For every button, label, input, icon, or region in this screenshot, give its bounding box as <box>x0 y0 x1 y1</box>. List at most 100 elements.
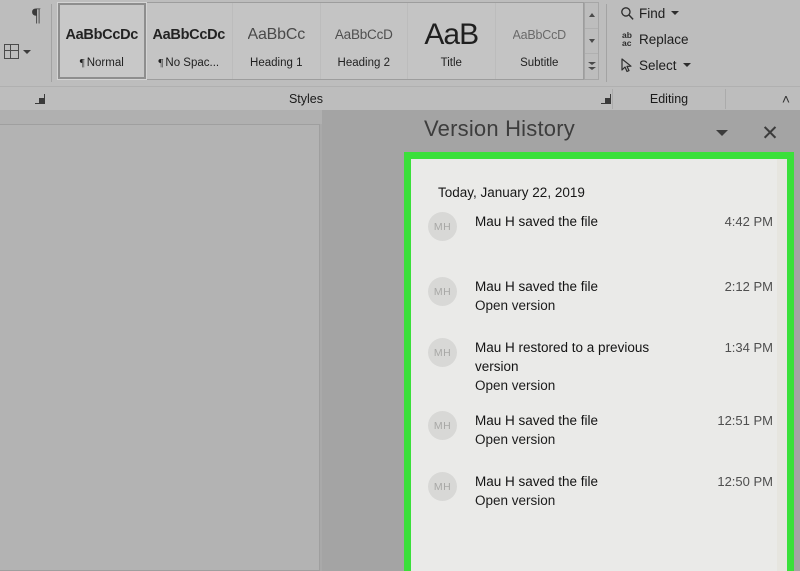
show-formatting-marks-icon[interactable]: ¶ <box>32 6 41 25</box>
version-entry-body: Mau H saved the file Open version <box>457 277 705 322</box>
collapse-ribbon-icon[interactable]: ˄ <box>782 92 790 106</box>
version-timestamp: 1:34 PM <box>724 340 773 355</box>
word-ribbon: ¶ AaBbCcDc ¶ Normal AaBbCcDc ¶ No Spac... AaBb… <box>0 0 800 110</box>
replace-label: Replace <box>639 31 689 47</box>
group-divider <box>51 4 52 82</box>
version-action-text: Mau H restored to a previous version <box>475 340 650 374</box>
style-name: ¶ No Spac... <box>158 57 219 69</box>
label-divider <box>725 89 726 109</box>
paragraph-dialog-launcher-icon[interactable] <box>35 94 45 104</box>
styles-scroll-up-button[interactable] <box>585 3 598 29</box>
search-icon <box>616 3 638 23</box>
label-divider <box>612 89 613 109</box>
version-history-list[interactable]: Today, January 22, 2019 MH Mau H saved th… <box>411 159 787 571</box>
app-window: ¶ AaBbCcDc ¶ Normal AaBbCcDc ¶ No Spac... AaBb… <box>0 0 800 571</box>
style-name-text: Heading 2 <box>337 56 390 69</box>
replace-icon-bottom: ac <box>622 38 632 48</box>
group-divider <box>606 4 607 82</box>
styles-scroll-down-button[interactable] <box>585 29 598 55</box>
borders-icon[interactable] <box>4 44 19 59</box>
version-entry-body: Mau H saved the file Open version <box>457 472 705 517</box>
style-item-title[interactable]: AaB Title <box>408 3 496 79</box>
version-entry-container: MH Mau H saved the file 4:42 PM MH Mau H sav… <box>411 212 787 533</box>
ribbon-group-labels: Styles Editing ˄ <box>0 86 800 110</box>
style-item-heading-1[interactable]: AaBbCc Heading 1 <box>233 3 321 79</box>
version-action-text: Mau H saved the file <box>475 214 599 229</box>
style-preview: AaBbCcDc <box>152 26 226 43</box>
version-timestamp: 2:12 PM <box>724 279 773 294</box>
style-name-text: Heading 1 <box>250 56 303 69</box>
open-version-link[interactable]: Open version <box>475 491 701 510</box>
version-timestamp: 12:51 PM <box>717 413 773 428</box>
version-action-text: Mau H saved the file <box>475 474 599 489</box>
version-entry-body: Mau H saved the file Open version <box>457 411 705 456</box>
document-backdrop <box>322 110 404 571</box>
select-label: Select <box>639 57 677 73</box>
ribbon-body: ¶ AaBbCcDc ¶ Normal AaBbCcDc ¶ No Spac... AaBb… <box>0 0 800 86</box>
style-name: Subtitle <box>520 57 558 69</box>
style-name: ¶ Normal <box>80 57 124 69</box>
style-preview: AaBbCc <box>247 25 306 43</box>
version-action-text: Mau H saved the file <box>475 413 599 428</box>
style-item-normal[interactable]: AaBbCcDc ¶ Normal <box>57 2 147 80</box>
find-chevron-down-icon[interactable] <box>671 11 680 15</box>
version-date-group-header: Today, January 22, 2019 <box>438 185 585 200</box>
avatar: MH <box>428 277 457 306</box>
borders-chevron-down-icon[interactable] <box>23 50 31 54</box>
version-entry-body: Mau H restored to a previous version Open… <box>457 338 705 395</box>
find-button[interactable]: Find <box>614 0 724 26</box>
style-item-subtitle[interactable]: AaBbCcD Subtitle <box>496 3 584 79</box>
avatar: MH <box>428 472 457 501</box>
styles-dialog-launcher-icon[interactable] <box>601 94 611 104</box>
style-item-heading-2[interactable]: AaBbCcD Heading 2 <box>321 3 409 79</box>
styles-gallery-scrollbar[interactable] <box>584 2 599 80</box>
pilcrow-icon: ¶ <box>79 56 85 69</box>
style-preview: AaBbCcDc <box>65 26 139 43</box>
version-history-header: Version History ✕ <box>404 110 800 152</box>
version-history-highlight-frame: Today, January 22, 2019 MH Mau H saved th… <box>404 152 794 571</box>
cursor-arrow-icon <box>616 55 638 75</box>
editing-group-label: Editing <box>649 92 689 106</box>
open-version-link[interactable]: Open version <box>475 430 701 449</box>
version-action-text: Mau H saved the file <box>475 279 599 294</box>
select-chevron-down-icon[interactable] <box>682 63 691 67</box>
style-name-text: Normal <box>86 56 124 69</box>
paragraph-group: ¶ <box>0 0 52 86</box>
version-history-title: Version History <box>424 116 575 141</box>
version-entry[interactable]: MH Mau H restored to a previous version Op… <box>411 338 787 395</box>
version-entry-body: Mau H saved the file <box>457 212 705 257</box>
document-page[interactable] <box>0 124 320 571</box>
styles-group-label: Styles <box>288 92 324 106</box>
find-label: Find <box>639 5 666 21</box>
style-item-no-spac[interactable]: AaBbCcDc ¶ No Spac... <box>146 3 234 79</box>
style-preview: AaBbCcD <box>512 27 566 42</box>
editing-group: Find ab ac Replace Select <box>614 0 724 86</box>
version-timestamp: 12:50 PM <box>717 474 773 489</box>
style-name-text: No Spac... <box>165 56 220 69</box>
style-name: Heading 2 <box>338 57 390 69</box>
style-name-text: Subtitle <box>520 56 559 69</box>
pilcrow-icon: ¶ <box>158 56 164 69</box>
open-version-link[interactable]: Open version <box>475 296 701 315</box>
styles-gallery[interactable]: AaBbCcDc ¶ Normal AaBbCcDc ¶ No Spac... AaBbCc… <box>57 2 584 80</box>
open-version-link[interactable]: Open version <box>475 376 701 395</box>
version-entry[interactable]: MH Mau H saved the file Open version 12:51 … <box>411 411 787 456</box>
style-preview: AaB <box>424 17 479 51</box>
avatar: MH <box>428 212 457 241</box>
avatar: MH <box>428 411 457 440</box>
styles-more-button[interactable] <box>585 54 598 79</box>
replace-icon: ab ac <box>616 29 638 49</box>
replace-button[interactable]: ab ac Replace <box>614 26 724 52</box>
version-entry[interactable]: MH Mau H saved the file Open version 2:12 P… <box>411 277 787 322</box>
style-name: Title <box>441 57 462 69</box>
style-name-text: Title <box>440 56 462 69</box>
version-entry[interactable]: MH Mau H saved the file 4:42 PM <box>411 212 787 257</box>
panel-options-chevron-down-icon[interactable] <box>711 124 733 142</box>
version-timestamp: 4:42 PM <box>724 214 773 229</box>
version-history-panel: Version History ✕ Today, January 22, 201… <box>404 110 800 571</box>
select-button[interactable]: Select <box>614 52 724 78</box>
version-entry[interactable]: MH Mau H saved the file Open version 12:50 … <box>411 472 787 517</box>
avatar: MH <box>428 338 457 367</box>
style-name: Heading 1 <box>250 57 302 69</box>
close-icon[interactable]: ✕ <box>757 120 783 146</box>
